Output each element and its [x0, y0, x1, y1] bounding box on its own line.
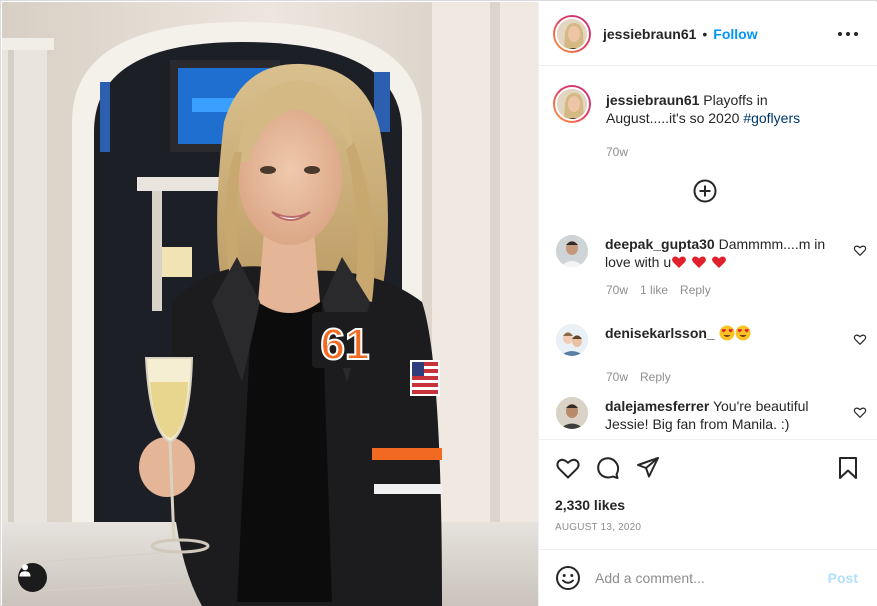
jacket-number-text: 61 [321, 320, 370, 369]
comment-time: 70w [606, 283, 629, 297]
post-actions: 2,330 likes AUGUST 13, 2020 [539, 439, 877, 549]
commenter-avatar[interactable] [556, 235, 588, 267]
comment-reply-button[interactable]: Reply [640, 370, 671, 384]
comment-item: deepak_gupta30 Dammmm....m in love with … [553, 235, 873, 297]
bookmark-icon[interactable] [835, 455, 861, 481]
comment-username[interactable]: denisekarlsson_ [605, 325, 715, 341]
post-date[interactable]: AUGUST 13, 2020 [555, 522, 641, 533]
caption-avatar-image [557, 89, 587, 119]
commenter-avatar-image [556, 397, 588, 429]
post-image-illustration: 61 [2, 2, 538, 606]
commenter-avatar[interactable] [556, 397, 588, 429]
comment-likes[interactable]: 1 like [640, 283, 668, 297]
smiley-icon[interactable] [555, 565, 581, 591]
comment-item: dalejamesferrer You're beautiful Jessie!… [553, 397, 873, 433]
caption-author-avatar[interactable] [553, 85, 591, 123]
heart-eyes-emoji-icon [735, 325, 751, 341]
commenter-avatar[interactable] [556, 324, 588, 356]
more-options-icon[interactable] [838, 24, 858, 44]
author-avatar-image [557, 18, 587, 49]
heart-icon[interactable] [853, 405, 867, 419]
comment-time: 70w [606, 370, 629, 384]
post-side-panel: jessiebraun61 • Follow jessiebraun61 Pla… [538, 2, 877, 606]
comment-icon[interactable] [595, 455, 621, 481]
comment-reply-button[interactable]: Reply [680, 283, 711, 297]
header-separator: • [702, 25, 708, 42]
plus-circle-icon[interactable] [693, 179, 717, 203]
red-heart-icon [672, 256, 687, 268]
author-avatar[interactable] [553, 14, 591, 53]
post-comment-button[interactable]: Post [828, 570, 858, 586]
commenter-avatar-image [556, 324, 588, 356]
heart-icon[interactable] [853, 332, 867, 346]
comment-username[interactable]: deepak_gupta30 [605, 236, 715, 252]
author-username[interactable]: jessiebraun61 [603, 26, 696, 42]
comment-item: denisekarlsson_ 70w Reply [553, 324, 873, 384]
post-photo[interactable]: 61 [2, 2, 538, 606]
comment-username[interactable]: dalejamesferrer [605, 398, 709, 414]
post-dialog: 61 jessiebraun61 • Follow jessiebraun61 … [0, 0, 877, 606]
heart-icon[interactable] [555, 455, 581, 481]
red-heart-icon [712, 256, 726, 268]
person-icon [19, 564, 31, 577]
paper-plane-icon[interactable] [635, 455, 661, 481]
heart-eyes-emoji-icon [719, 325, 735, 341]
heart-icon[interactable] [853, 243, 867, 257]
post-caption: jessiebraun61 Playoffs in August.....it'… [553, 85, 873, 159]
heart-eyes-emoji-group [719, 325, 751, 341]
commenter-avatar-image [556, 235, 588, 267]
caption-hashtag[interactable]: #goflyers [743, 110, 800, 126]
post-header: jessiebraun61 • Follow [539, 2, 877, 66]
likes-count[interactable]: 2,330 likes [555, 497, 625, 513]
comments-list[interactable]: jessiebraun61 Playoffs in August.....it'… [539, 67, 877, 439]
comment-composer: Post [539, 549, 877, 606]
caption-time: 70w [606, 145, 629, 159]
comment-input[interactable] [595, 570, 815, 586]
caption-username[interactable]: jessiebraun61 [606, 92, 699, 108]
follow-button[interactable]: Follow [713, 26, 757, 42]
red-heart-icon [692, 256, 706, 268]
heart-emoji-group [671, 254, 727, 270]
user-tag-icon[interactable] [18, 563, 47, 592]
